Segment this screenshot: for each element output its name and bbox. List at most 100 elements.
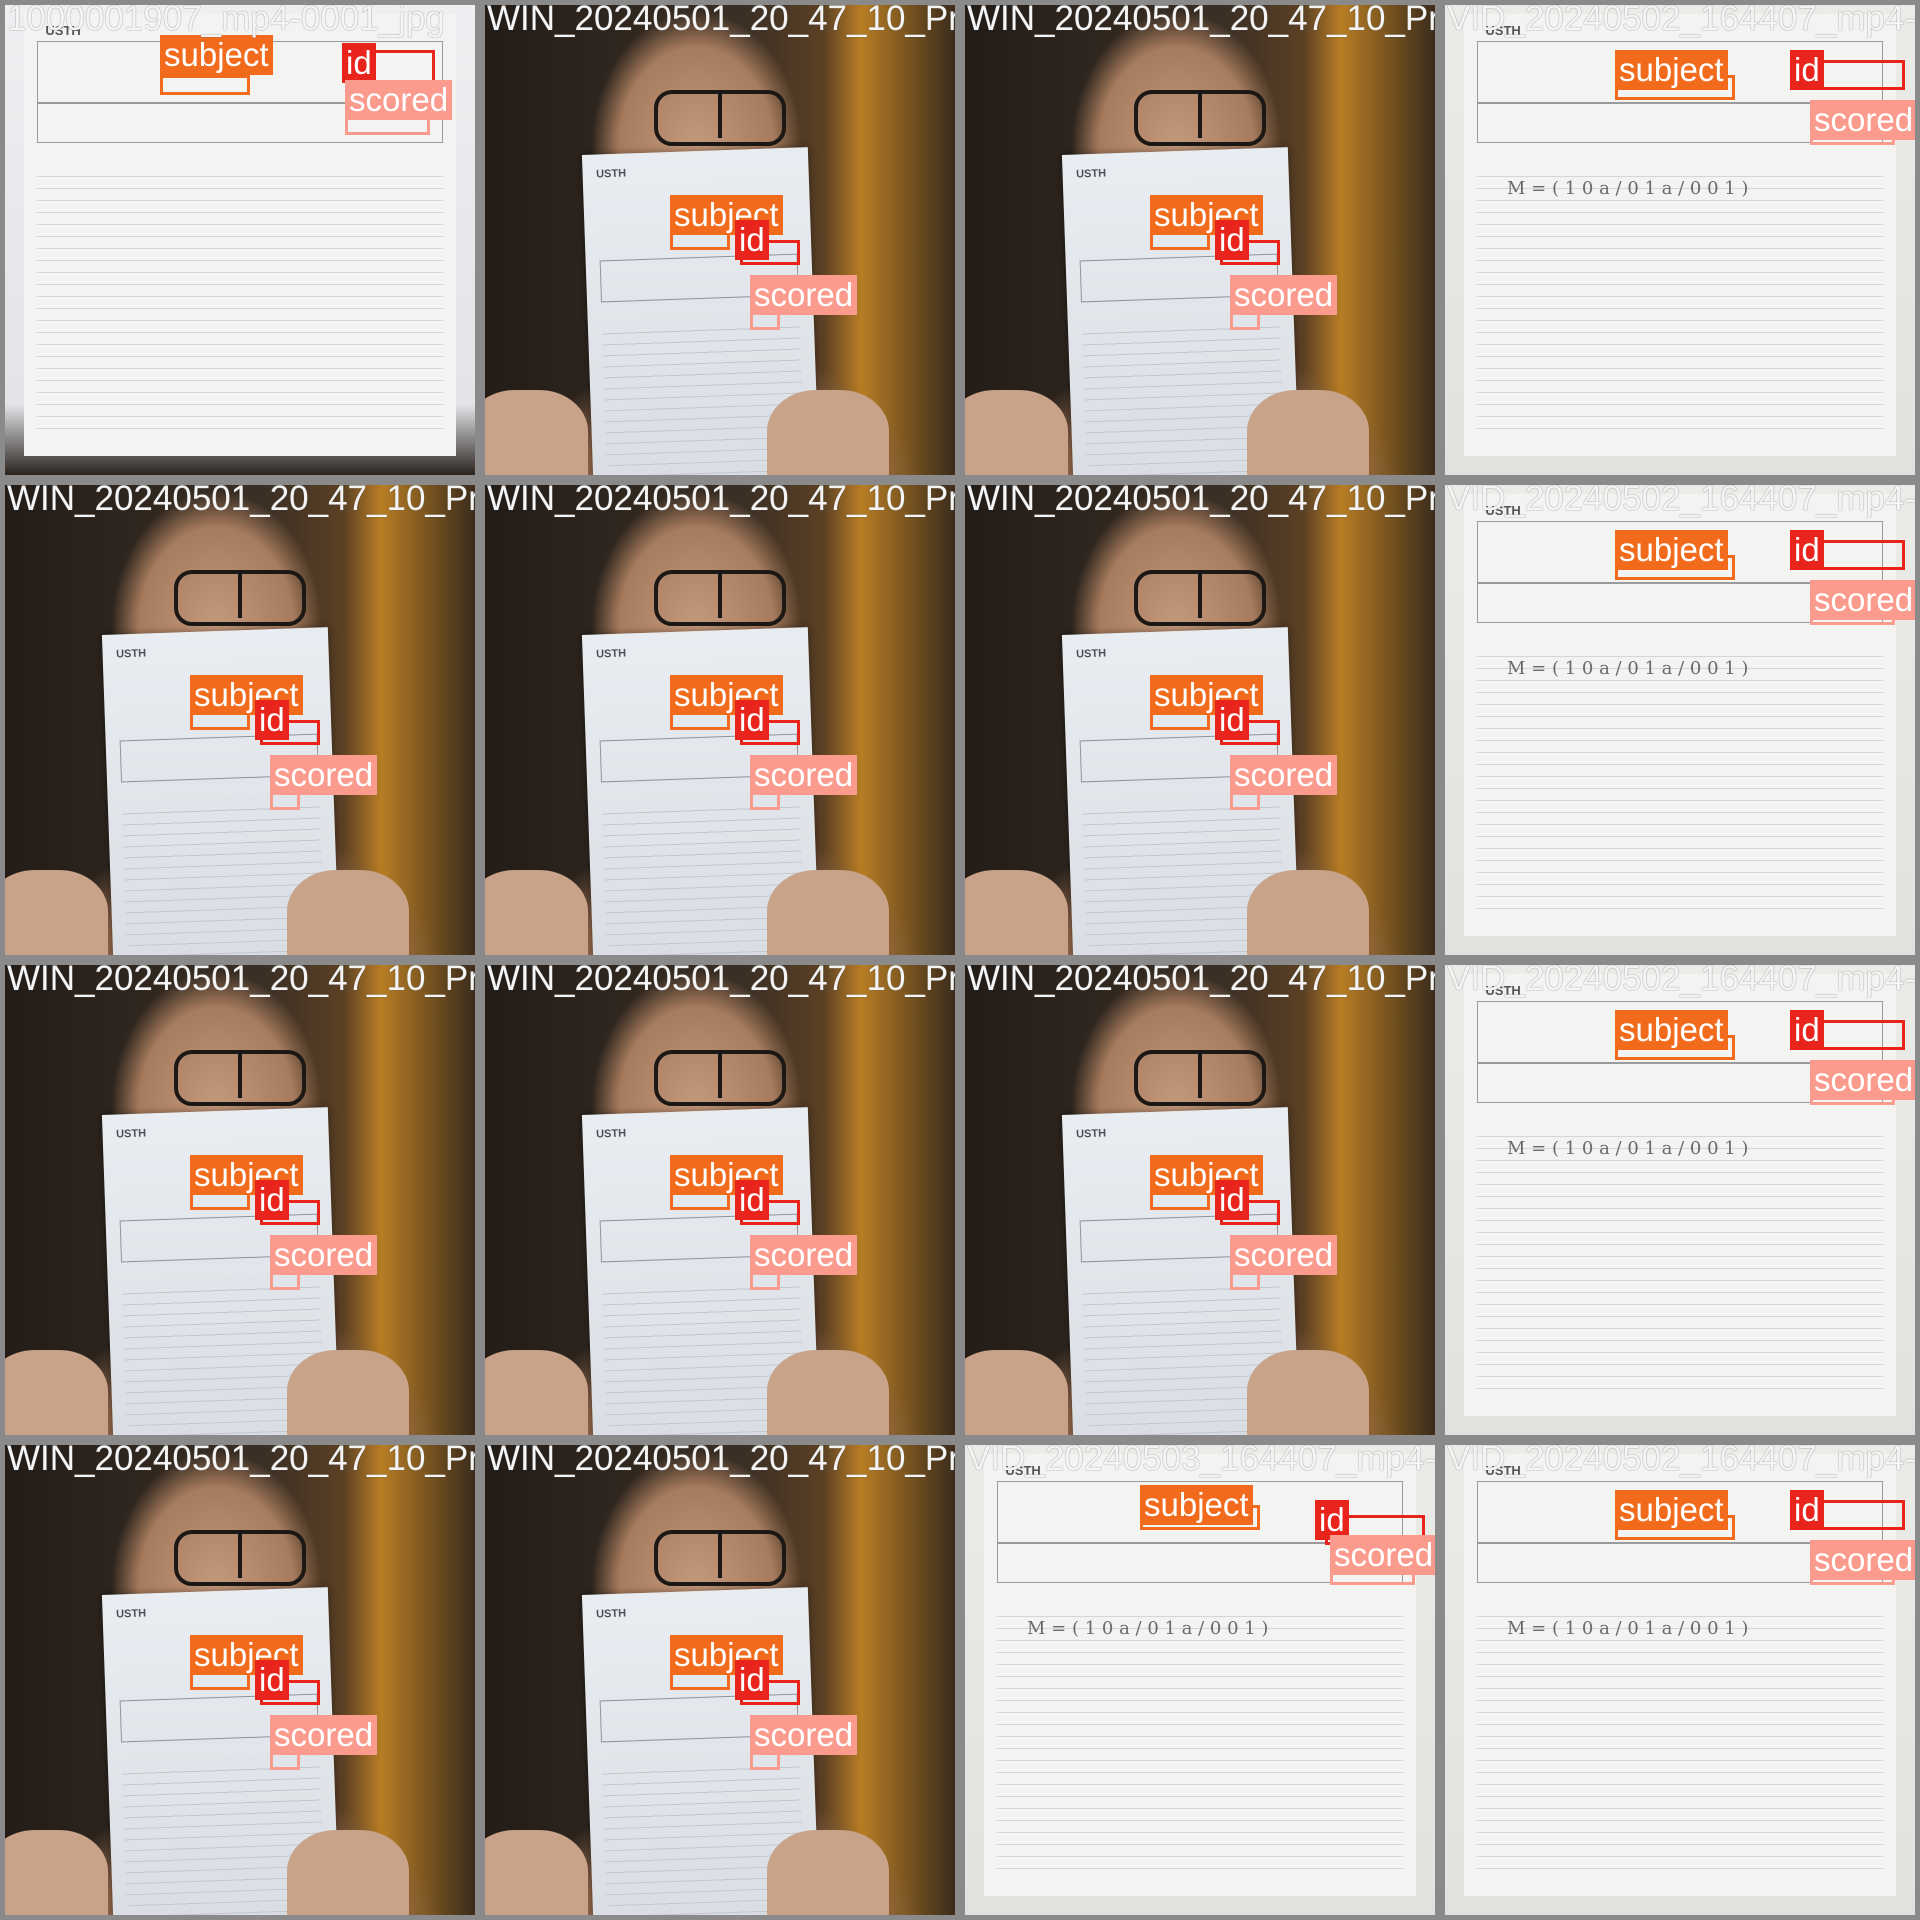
hand-shape — [1247, 390, 1370, 475]
subject-label: subject — [1615, 1010, 1728, 1050]
sheet-header: USTH — [1076, 1127, 1107, 1141]
sheet-lines — [1476, 164, 1884, 435]
subject-label: subject — [160, 35, 273, 75]
id-label: id — [1790, 50, 1824, 90]
glasses-shape — [174, 569, 306, 626]
image-tile: USTH subject id scored WIN_20240501_20_47_10… — [0, 960, 480, 1440]
subject-label: subject — [1615, 1490, 1728, 1530]
hand-shape — [287, 1830, 410, 1915]
scored-label: scored — [750, 1235, 858, 1275]
scored-label: scored — [750, 275, 858, 315]
id-label: id — [1215, 220, 1249, 260]
image-tile: USTH subject id scored WIN_20240501_20_47_10… — [960, 960, 1440, 1440]
glasses-shape — [174, 1529, 306, 1586]
subject-label: subject — [1615, 530, 1728, 570]
id-label: id — [255, 1180, 289, 1220]
id-label: id — [255, 1660, 289, 1700]
sheet-header: USTH — [116, 1127, 147, 1141]
id-label: id — [1790, 530, 1824, 570]
hand-shape — [767, 390, 890, 475]
hand-shape — [485, 1830, 589, 1915]
subject-label: subject — [1140, 1485, 1253, 1525]
scored-label: scored — [1810, 580, 1915, 620]
image-filename: VID_20240503_164407_mp4-0003_jpg — [967, 1440, 1436, 1478]
hand-shape — [287, 870, 410, 955]
glasses-shape — [1134, 89, 1266, 146]
image-filename: VID_20240502_164407_mp4-0002_jpg — [1447, 1440, 1916, 1478]
image-filename: VID_20240502_164407_mp4-0002_jpg — [1447, 0, 1916, 38]
id-label: id — [735, 700, 769, 740]
sheet-header: USTH — [596, 1607, 627, 1621]
scored-label: scored — [270, 1715, 378, 1755]
sheet-lines — [1476, 644, 1884, 915]
image-filename: WIN_20240501_20_47_10_Pro_mp4-0041_jpg — [967, 960, 1440, 998]
sheet-header: USTH — [1076, 647, 1107, 661]
scored-label: scored — [1330, 1535, 1435, 1575]
sheet-lines — [996, 1604, 1404, 1875]
glasses-shape — [654, 1529, 786, 1586]
image-filename: WIN_20240501_20_47_10_Pro_mp4-0051_jpg — [967, 480, 1440, 518]
id-label: id — [1215, 1180, 1249, 1220]
scored-label: scored — [1230, 1235, 1338, 1275]
id-label: id — [735, 220, 769, 260]
image-tile: USTH subject id scored WIN_20240501_20_47_10… — [480, 960, 960, 1440]
hand-shape — [1247, 1350, 1370, 1435]
image-filename: WIN_20240501_20_47_10_Pro_mp4-0103_jpg — [487, 0, 960, 38]
sheet-header: USTH — [596, 1127, 627, 1141]
image-tile: USTH subject id scored WIN_20240501_20_47_10… — [480, 1440, 960, 1920]
hand-shape — [5, 1350, 109, 1435]
image-tile: USTH subject id scored 1000001907_mp4-0001_j… — [0, 0, 480, 480]
id-label: id — [735, 1180, 769, 1220]
id-label: id — [735, 1660, 769, 1700]
hand-shape — [965, 870, 1069, 955]
detection-grid: USTH subject id scored 1000001907_mp4-0001_j… — [0, 0, 1920, 1920]
hand-shape — [1247, 870, 1370, 955]
image-filename: VID_20240502_164407_mp4-0002_jpg — [1447, 960, 1916, 998]
hand-shape — [485, 390, 589, 475]
scored-label: scored — [1810, 1540, 1915, 1580]
id-label: id — [1790, 1490, 1824, 1530]
image-tile: USTH subject id scored WIN_20240501_20_47_10… — [0, 1440, 480, 1920]
image-filename: WIN_20240501_20_47_10_Pro_mp4-0091_jpg — [487, 480, 960, 518]
image-filename: WIN_20240501_20_47_10_Pro_mp4-0081_jpg — [7, 960, 480, 998]
sheet-header: USTH — [596, 647, 627, 661]
image-tile: USTH subject id scored WIN_20240501_20_47_10… — [480, 0, 960, 480]
image-tile: USTH M = ( 1 0 a / 0 1 a / 0 0 1 ) subject… — [960, 1440, 1440, 1920]
image-filename: WIN_20240501_20_47_10_Pro_mp4-0091_jpg — [7, 480, 480, 518]
sheet-header: USTH — [1076, 167, 1107, 181]
subject-label: subject — [1615, 50, 1728, 90]
id-label: id — [342, 43, 376, 83]
scored-label: scored — [1230, 275, 1338, 315]
hand-shape — [767, 1350, 890, 1435]
image-filename: WIN_20240501_20_47_10_Pro_mp4-0071_jpg — [487, 1440, 960, 1478]
image-tile: USTH subject id scored WIN_20240501_20_47_10… — [960, 480, 1440, 960]
scored-label: scored — [345, 80, 453, 120]
hand-shape — [767, 1830, 890, 1915]
glasses-shape — [174, 1049, 306, 1106]
sheet-lines — [36, 164, 444, 435]
id-label: id — [1315, 1500, 1349, 1540]
hand-shape — [485, 1350, 589, 1435]
scored-label: scored — [1810, 100, 1915, 140]
subject-bounding-box — [160, 75, 250, 95]
hand-shape — [287, 1350, 410, 1435]
image-filename: VID_20240502_164407_mp4-0002_jpg — [1447, 480, 1916, 518]
image-tile: USTH M = ( 1 0 a / 0 1 a / 0 0 1 ) subject… — [1440, 960, 1920, 1440]
glasses-shape — [654, 569, 786, 626]
hand-shape — [5, 870, 109, 955]
image-filename: WIN_20240501_20_47_10_Pro_mp4-0061_jpg — [967, 0, 1440, 38]
hand-shape — [965, 390, 1069, 475]
scored-label: scored — [750, 755, 858, 795]
id-label: id — [1790, 1010, 1824, 1050]
sheet-lines — [1476, 1604, 1884, 1875]
hand-shape — [965, 1350, 1069, 1435]
scored-label: scored — [750, 1715, 858, 1755]
sheet-header: USTH — [596, 167, 627, 181]
image-tile: USTH subject id scored WIN_20240501_20_47_10… — [960, 0, 1440, 480]
handwritten-formula: M = ( 1 0 a / 0 1 a / 0 0 1 ) — [1027, 1617, 1269, 1639]
image-filename: 1000001907_mp4-0001_jpg — [7, 0, 445, 38]
scored-label: scored — [270, 755, 378, 795]
hand-shape — [767, 870, 890, 955]
sheet-header: USTH — [116, 647, 147, 661]
scored-label: scored — [1810, 1060, 1915, 1100]
